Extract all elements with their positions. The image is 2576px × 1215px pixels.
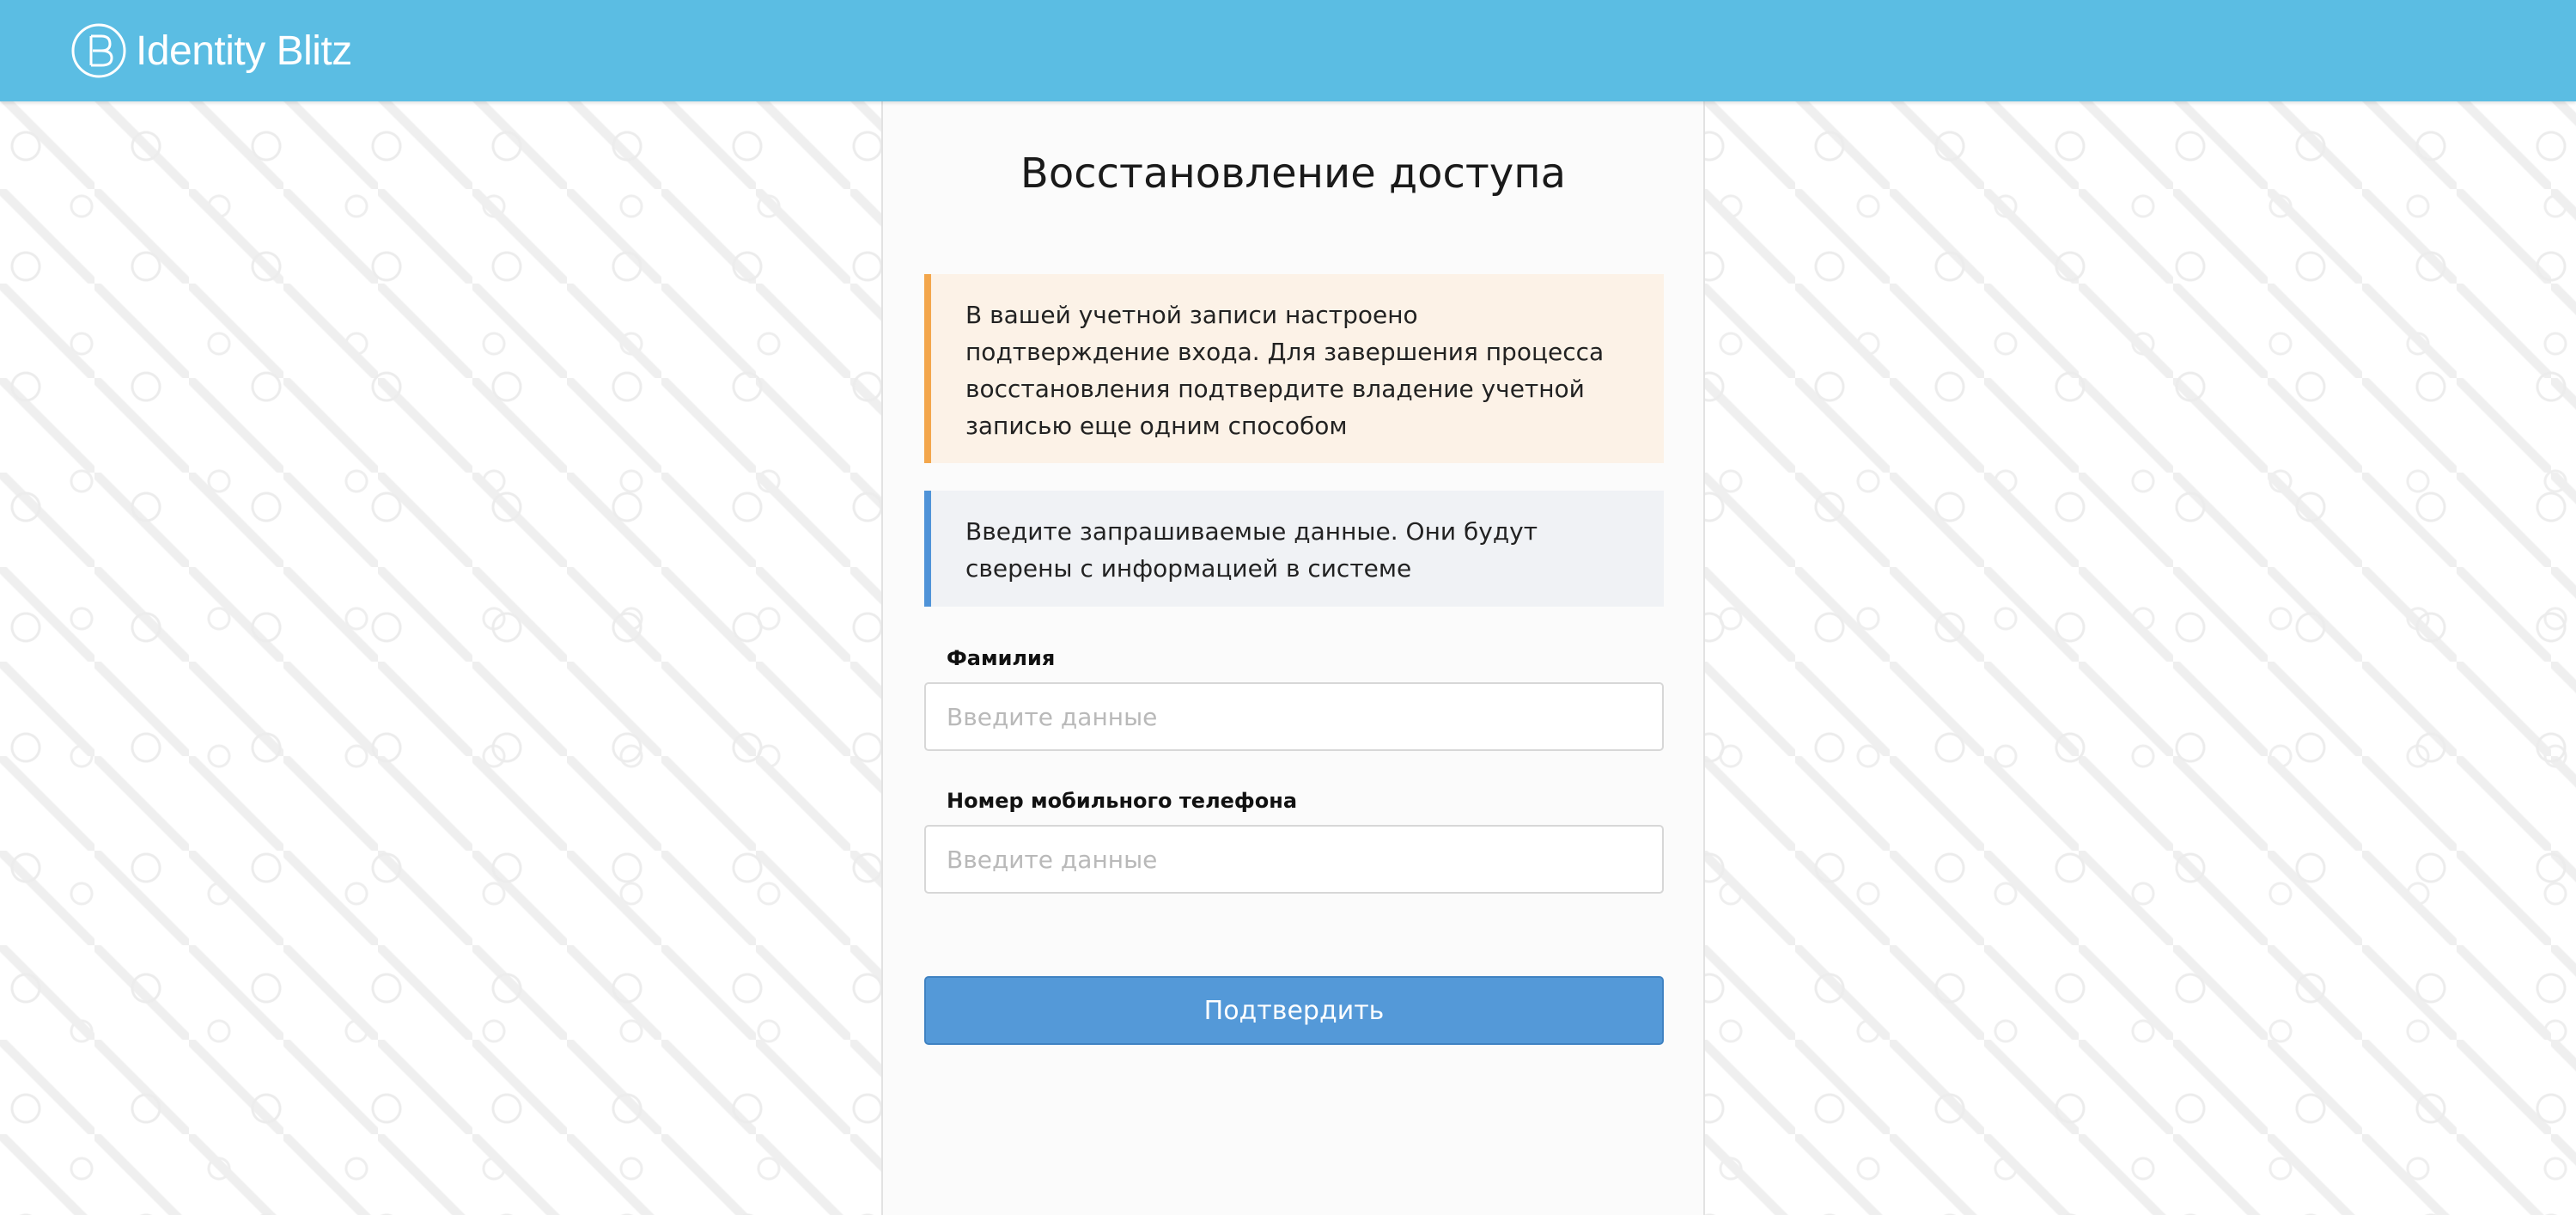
warning-alert: В вашей учетной записи настроено подтвер… (924, 274, 1664, 463)
app-name: Identity Blitz (136, 27, 352, 74)
phone-label: Номер мобильного телефона (947, 789, 1298, 813)
surname-label: Фамилия (947, 646, 1056, 670)
top-header: Identity Blitz (0, 0, 2576, 101)
info-alert: Введите запрашиваемые данные. Они будут … (924, 491, 1664, 607)
logo[interactable]: Identity Blitz (70, 22, 352, 79)
confirm-button[interactable]: Подтвердить (924, 976, 1664, 1045)
info-alert-text: Введите запрашиваемые данные. Они будут … (965, 517, 1538, 583)
page-title: Восстановление доступа (1020, 150, 1567, 198)
surname-input[interactable] (924, 682, 1664, 751)
phone-input[interactable] (924, 825, 1664, 894)
blitz-logo-icon (71, 23, 126, 78)
warning-alert-text: В вашей учетной записи настроено подтвер… (965, 301, 1605, 440)
recovery-card: Восстановление доступа В вашей учетной з… (881, 101, 1705, 1215)
